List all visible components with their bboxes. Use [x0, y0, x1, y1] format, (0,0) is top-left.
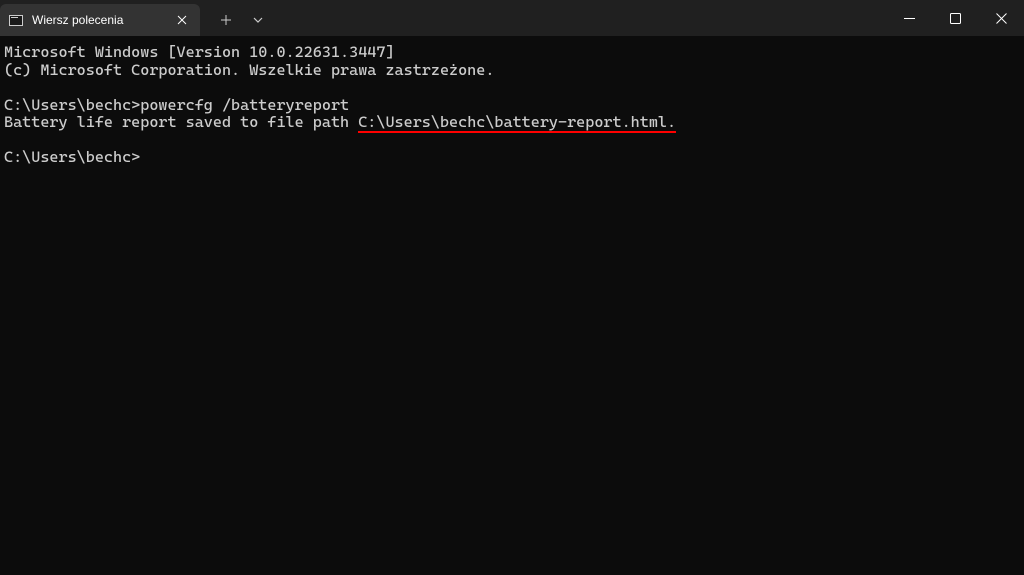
cmd-icon — [8, 12, 24, 28]
prompt: C:\Users\bechc> — [4, 96, 140, 114]
tab-cmd[interactable]: Wiersz polecenia — [0, 4, 200, 36]
terminal-line: Microsoft Windows [Version 10.0.22631.34… — [4, 43, 395, 61]
tab-title: Wiersz polecenia — [32, 13, 166, 27]
maximize-button[interactable] — [932, 0, 978, 36]
terminal-content[interactable]: Microsoft Windows [Version 10.0.22631.34… — [0, 36, 1024, 175]
new-tab-button[interactable] — [210, 4, 242, 36]
output-text: Battery life report saved to file path — [4, 113, 358, 131]
window-controls — [886, 0, 1024, 36]
tab-dropdown-button[interactable] — [242, 4, 274, 36]
close-button[interactable] — [978, 0, 1024, 36]
titlebar: Wiersz polecenia — [0, 0, 1024, 36]
command: powercfg /batteryreport — [140, 96, 349, 114]
tab-close-button[interactable] — [174, 12, 190, 28]
tab-actions — [200, 4, 274, 36]
terminal-line: (c) Microsoft Corporation. Wszelkie praw… — [4, 61, 494, 79]
minimize-button[interactable] — [886, 0, 932, 36]
tabs-area: Wiersz polecenia — [0, 0, 274, 36]
output-path: C:\Users\bechc\battery-report.html. — [358, 113, 676, 131]
prompt: C:\Users\bechc> — [4, 148, 140, 166]
